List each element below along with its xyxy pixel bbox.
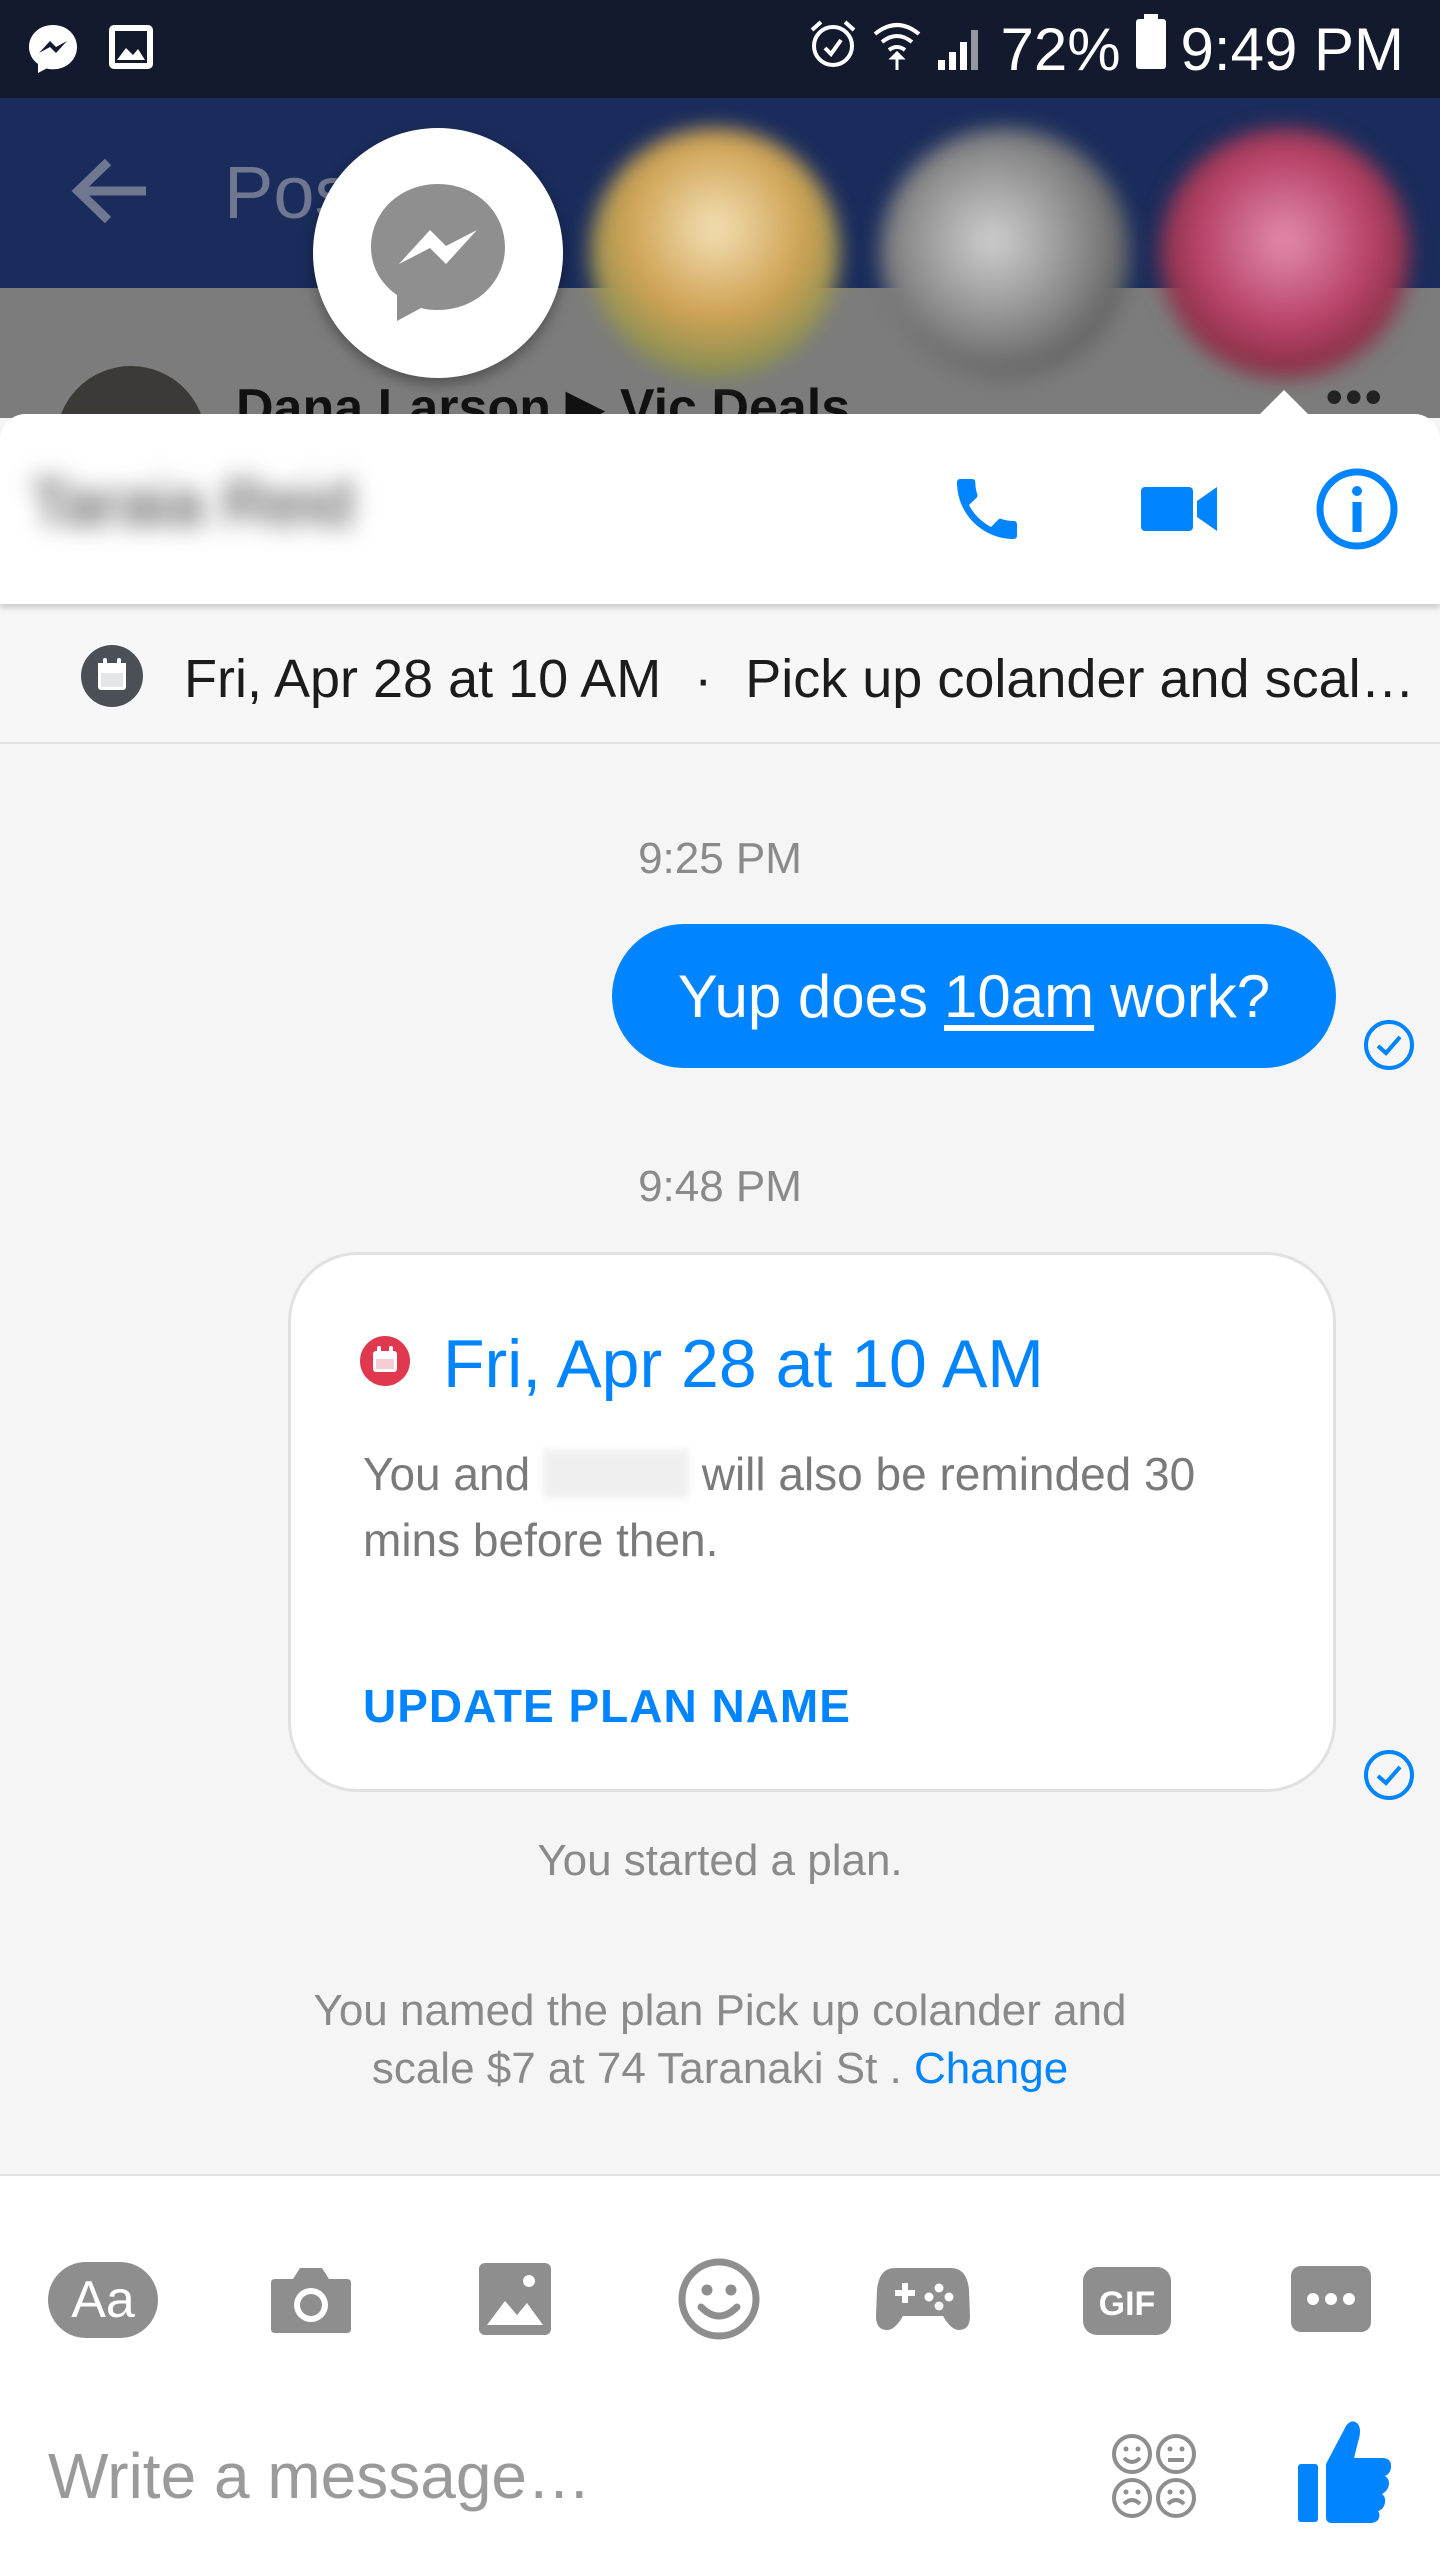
camera-button[interactable]	[256, 2246, 366, 2356]
thumbs-up-icon	[1298, 2421, 1392, 2523]
emoji-button[interactable]	[664, 2246, 774, 2356]
more-options-button[interactable]	[1276, 2246, 1386, 2356]
battery-percent: 72%	[1000, 15, 1121, 83]
gif-label: GIF	[1099, 2285, 1156, 2323]
message-timestamp: 9:25 PM	[638, 834, 802, 883]
smiley-icon	[677, 2257, 761, 2346]
back-arrow-icon	[70, 156, 150, 231]
chat-head-contact-3[interactable]	[1160, 128, 1410, 378]
pinned-plan-title: Pick up colander and scale…	[745, 649, 1440, 709]
outgoing-message-text-start: Yup does	[677, 962, 929, 1030]
gallery-button[interactable]	[460, 2246, 570, 2356]
change-plan-name-link[interactable]: Change	[914, 2044, 1068, 2093]
gif-button[interactable]: GIF	[1072, 2246, 1182, 2356]
system-message-line: You named the plan Pick up colander and	[313, 1986, 1127, 2035]
plan-card-title: Fri, Apr 28 at 10 AM	[443, 1326, 1044, 1402]
more-dots-icon	[1289, 2264, 1373, 2339]
system-message-line-2: scale $7 at 74 Taranaki St . Change	[0, 2040, 1440, 2098]
image-icon	[477, 2261, 553, 2342]
outgoing-message-bubble[interactable]: Yup does 10am work?	[612, 924, 1336, 1068]
active-chat-pointer	[1258, 390, 1310, 416]
like-button[interactable]	[1296, 2416, 1394, 2526]
conversation-header: Taraia Reid	[0, 414, 1440, 604]
stickers-icon	[1112, 2434, 1196, 2518]
messenger-notification-icon	[26, 22, 80, 81]
status-time: 9:49 PM	[1180, 15, 1404, 83]
conversation-info-button[interactable]	[1312, 466, 1402, 556]
pinned-plan-date: Fri, Apr 28 at 10 AM	[184, 649, 662, 709]
conversation-panel: Taraia Reid Fri, Apr 28 at 10 AM · Pick …	[0, 414, 1440, 2560]
chat-head-contact-1[interactable]	[590, 128, 840, 378]
plan-card[interactable]: Fri, Apr 28 at 10 AM You and will also b…	[288, 1252, 1336, 1792]
system-message-plan-started: You started a plan.	[537, 1836, 903, 1885]
system-message-plan-named: You named the plan Pick up colander and …	[0, 1982, 1440, 2098]
phone-icon	[947, 469, 1027, 554]
gallery-notification-icon	[106, 22, 156, 81]
pinned-plan-bar[interactable]: Fri, Apr 28 at 10 AM · Pick up colander …	[0, 604, 1440, 744]
text-format-button[interactable]: Aa	[48, 2262, 158, 2338]
camera-icon	[269, 2263, 353, 2340]
outgoing-message-text-end: work?	[1110, 962, 1271, 1030]
message-composer: Aa GIF Write a message…	[0, 2176, 1440, 2560]
pinned-plan-text: Fri, Apr 28 at 10 AM · Pick up colander …	[184, 648, 1440, 710]
signal-icon	[936, 15, 986, 84]
message-timestamp: 9:48 PM	[638, 1162, 802, 1211]
stickers-button[interactable]	[1110, 2426, 1198, 2526]
system-message-text: scale $7 at 74 Taranaki St .	[371, 2044, 902, 2093]
delivered-check-icon	[1362, 1018, 1416, 1072]
wifi-icon	[872, 15, 922, 84]
redacted-contact-name	[542, 1450, 689, 1498]
game-controller-icon	[875, 2264, 971, 2339]
games-button[interactable]	[868, 2246, 978, 2356]
plan-card-body-start: You and	[363, 1448, 531, 1500]
status-bar: 72% 9:49 PM	[0, 0, 1440, 98]
voice-call-button[interactable]	[942, 466, 1032, 556]
calendar-reminder-icon	[359, 1335, 411, 1392]
message-input[interactable]	[48, 2426, 1048, 2526]
alarm-icon	[808, 15, 858, 84]
calendar-icon	[80, 644, 144, 713]
time-suggestion-link[interactable]: 10am	[944, 962, 1094, 1031]
update-plan-name-button[interactable]: UPDATE PLAN NAME	[363, 1679, 851, 1733]
gif-icon: GIF	[1083, 2267, 1171, 2335]
messenger-logo-icon	[363, 176, 513, 331]
battery-icon	[1135, 14, 1167, 84]
chat-head-contact-2[interactable]	[880, 128, 1130, 378]
pinned-plan-separator: ·	[694, 649, 713, 709]
video-camera-icon	[1139, 479, 1219, 544]
plan-card-body: You and will also be reminded 30 mins be…	[363, 1441, 1273, 1573]
info-icon	[1315, 467, 1399, 556]
contact-name[interactable]: Taraia Reid	[30, 466, 354, 540]
video-call-button[interactable]	[1134, 466, 1224, 556]
messenger-chat-head[interactable]	[313, 128, 563, 378]
delivered-check-icon	[1362, 1748, 1416, 1802]
